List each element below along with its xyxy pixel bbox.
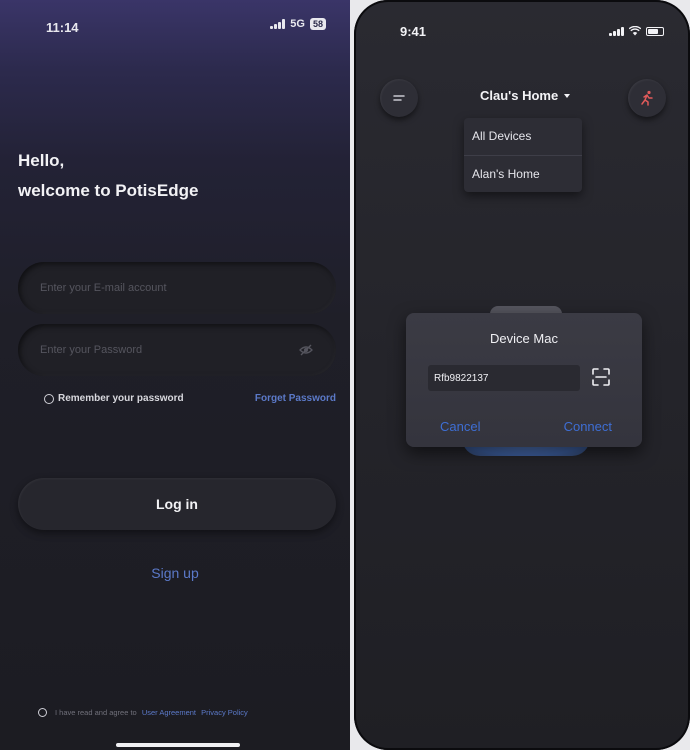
login-screen: 11:14 5G 58 Hello, welcome to PotisEdge …	[0, 0, 350, 750]
connect-button[interactable]: Connect	[564, 419, 612, 434]
device-mac-dialog: Device Mac Cancel Connect	[406, 313, 642, 447]
running-person-icon	[641, 90, 653, 106]
eye-hidden-icon[interactable]	[298, 342, 314, 358]
email-field-container	[18, 262, 336, 314]
welcome-heading: Hello, welcome to PotisEdge	[18, 146, 198, 206]
signup-link[interactable]: Sign up	[0, 565, 350, 581]
status-time: 9:41	[400, 24, 427, 39]
user-agreement-link[interactable]: User Agreement	[142, 708, 196, 717]
activity-button[interactable]	[628, 79, 666, 117]
chevron-down-icon	[564, 93, 571, 98]
greeting-line-2: welcome to PotisEdge	[18, 181, 199, 200]
signal-icon	[270, 19, 286, 29]
home-name: Clau's Home	[480, 88, 559, 103]
home-screen: 9:41 Clau's Home All Devices Alan's Home…	[354, 0, 690, 750]
remember-label: Remember your password	[58, 393, 184, 404]
dialog-actions: Cancel Connect	[406, 419, 642, 434]
agreement-row: I have read and agree to User Agreement …	[38, 708, 248, 717]
status-indicators	[609, 26, 664, 36]
network-label: 5G	[290, 18, 305, 30]
password-field[interactable]	[18, 324, 336, 376]
remember-radio[interactable]	[44, 393, 54, 404]
status-bar: 11:14 5G 58	[0, 0, 350, 48]
greeting-line-1: Hello,	[18, 151, 65, 170]
battery-icon	[646, 26, 664, 36]
email-field[interactable]	[18, 262, 336, 314]
home-selector[interactable]: Clau's Home	[480, 88, 571, 103]
agreement-text: I have read and agree to	[55, 708, 137, 717]
status-indicators: 5G 58	[270, 18, 326, 30]
dropdown-item-all-devices[interactable]: All Devices	[464, 118, 582, 155]
battery-icon: 58	[309, 18, 326, 30]
signal-icon	[609, 26, 624, 36]
menu-icon	[393, 95, 405, 101]
scan-icon[interactable]	[590, 366, 612, 388]
password-field-container	[18, 324, 336, 376]
menu-button[interactable]	[380, 79, 418, 117]
device-mac-input[interactable]	[428, 365, 580, 391]
dialog-title: Device Mac	[490, 331, 558, 346]
forgot-password-link[interactable]: Forget Password	[255, 393, 336, 404]
login-button[interactable]: Log in	[18, 478, 336, 530]
home-indicator	[116, 743, 240, 747]
agreement-radio[interactable]	[38, 708, 47, 717]
privacy-policy-link[interactable]: Privacy Policy	[201, 708, 248, 717]
wifi-icon	[629, 26, 641, 36]
remember-password-option[interactable]: Remember your password	[44, 393, 184, 404]
cancel-button[interactable]: Cancel	[440, 419, 480, 434]
status-time: 11:14	[46, 20, 79, 35]
home-dropdown-menu: All Devices Alan's Home	[464, 118, 582, 192]
dropdown-item-alans-home[interactable]: Alan's Home	[464, 155, 582, 192]
